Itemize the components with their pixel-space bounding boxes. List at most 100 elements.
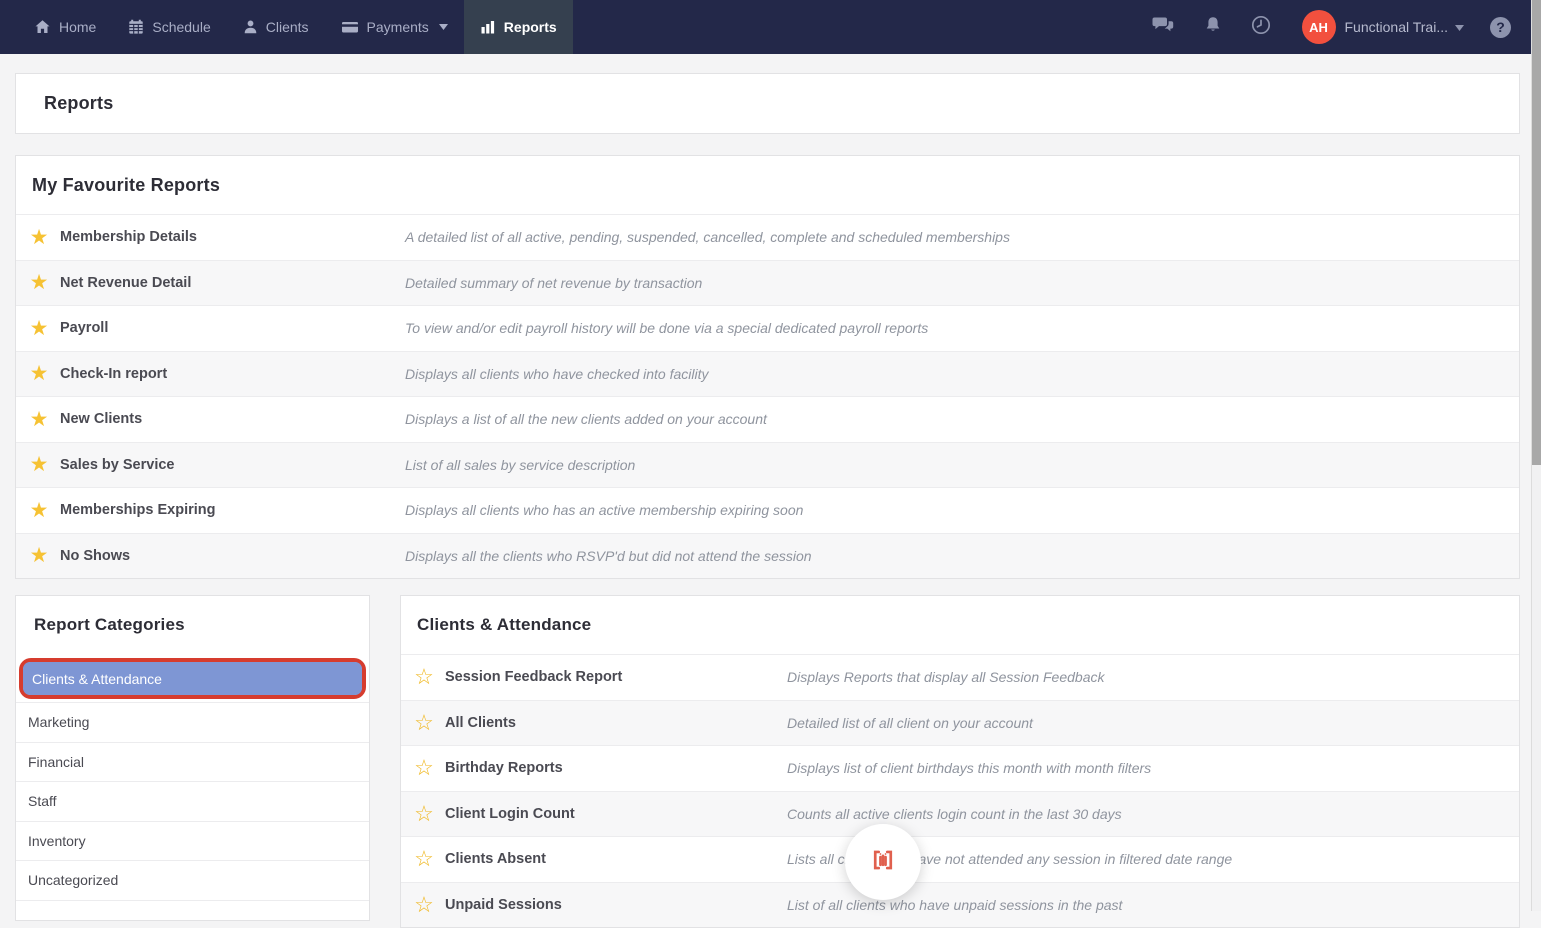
favourites-header: My Favourite Reports (16, 156, 1519, 214)
star-filled-icon[interactable]: ★ (28, 318, 50, 339)
top-nav: Home Schedule Clients Payments (0, 0, 1541, 54)
favourite-report-row[interactable]: ★ Membership Details A detailed list of … (16, 214, 1519, 260)
report-name[interactable]: Net Revenue Detail (60, 275, 405, 291)
favourite-report-row[interactable]: ★ New Clients Displays a list of all the… (16, 396, 1519, 442)
report-name[interactable]: New Clients (60, 411, 405, 427)
star-filled-icon[interactable]: ★ (28, 500, 50, 521)
category-item-financial[interactable]: Financial (16, 742, 369, 782)
star-filled-icon[interactable]: ★ (28, 409, 50, 430)
favourite-report-row[interactable]: ★ Check-In report Displays all clients w… (16, 351, 1519, 397)
report-name[interactable]: Session Feedback Report (445, 669, 787, 685)
nav-item-label: Home (59, 19, 96, 35)
bottom-section: Report Categories Clients & Attendance M… (15, 595, 1520, 928)
category-label: Financial (28, 754, 84, 770)
messages-button[interactable] (1137, 16, 1190, 39)
report-name[interactable]: Clients Absent (445, 851, 787, 867)
report-name[interactable]: Birthday Reports (445, 760, 787, 776)
star-outline-icon[interactable]: ☆ (413, 712, 435, 734)
star-outline-icon[interactable]: ☆ (413, 848, 435, 870)
report-categories-panel: Report Categories Clients & Attendance M… (15, 595, 370, 921)
favourites-title: My Favourite Reports (32, 175, 220, 196)
report-description: Detailed list of all client on your acco… (787, 715, 1033, 731)
category-item-clients-attendance[interactable]: Clients & Attendance (23, 662, 362, 695)
report-row[interactable]: ☆ All Clients Detailed list of all clien… (401, 700, 1519, 746)
category-item-marketing[interactable]: Marketing (16, 702, 369, 742)
report-name[interactable]: Unpaid Sessions (445, 897, 787, 913)
report-description: List of all sales by service description (405, 457, 635, 473)
annotation-highlight-ring: Clients & Attendance (19, 658, 366, 699)
report-description: To view and/or edit payroll history will… (405, 320, 928, 336)
category-label: Staff (28, 793, 57, 809)
category-reports-panel: Clients & Attendance ☆ Session Feedback … (400, 595, 1520, 928)
page-title: Reports (44, 93, 113, 114)
favourite-report-row[interactable]: ★ Sales by Service List of all sales by … (16, 442, 1519, 488)
account-name[interactable]: Functional Trai... (1345, 19, 1449, 35)
report-row[interactable]: ☆ Birthday Reports Displays list of clie… (401, 745, 1519, 791)
scan-fab-button[interactable] (845, 824, 921, 900)
calendar-icon (128, 19, 144, 35)
report-row[interactable]: ☆ Client Login Count Counts all active c… (401, 791, 1519, 837)
star-outline-icon[interactable]: ☆ (413, 894, 435, 916)
nav-item-clients[interactable]: Clients (227, 0, 325, 54)
scrollbar-track[interactable] (1531, 0, 1541, 911)
nav-item-label: Reports (504, 19, 557, 35)
report-name[interactable]: Check-In report (60, 366, 405, 382)
star-filled-icon[interactable]: ★ (28, 227, 50, 248)
star-outline-icon[interactable]: ☆ (413, 666, 435, 688)
report-name[interactable]: Payroll (60, 320, 405, 336)
star-filled-icon[interactable]: ★ (28, 272, 50, 293)
history-button[interactable] (1236, 15, 1286, 40)
category-item-inventory[interactable]: Inventory (16, 821, 369, 861)
favourite-report-row[interactable]: ★ Payroll To view and/or edit payroll hi… (16, 305, 1519, 351)
report-name[interactable]: Client Login Count (445, 806, 787, 822)
report-name[interactable]: No Shows (60, 548, 405, 564)
report-description: Counts all active clients login count in… (787, 806, 1122, 822)
report-description: Displays all clients who has an active m… (405, 502, 803, 518)
categories-title: Report Categories (34, 615, 185, 635)
category-item-partial[interactable] (16, 900, 369, 920)
category-reports-title: Clients & Attendance (417, 615, 591, 635)
category-reports-header: Clients & Attendance (401, 596, 1519, 654)
nav-menu: Home Schedule Clients Payments (18, 0, 573, 54)
report-name[interactable]: Sales by Service (60, 457, 405, 473)
star-filled-icon[interactable]: ★ (28, 454, 50, 475)
nav-item-schedule[interactable]: Schedule (112, 0, 226, 54)
star-outline-icon[interactable]: ☆ (413, 803, 435, 825)
chevron-down-icon[interactable] (1455, 18, 1464, 36)
category-item-uncategorized[interactable]: Uncategorized (16, 860, 369, 900)
report-row[interactable]: ☆ Unpaid Sessions List of all clients wh… (401, 882, 1519, 928)
star-filled-icon[interactable]: ★ (28, 545, 50, 566)
person-icon (243, 19, 258, 35)
scrollbar-thumb[interactable] (1532, 0, 1541, 465)
report-description: Displays Reports that display all Sessio… (787, 669, 1105, 685)
report-description: List of all clients who have unpaid sess… (787, 897, 1122, 913)
help-button[interactable]: ? (1490, 17, 1511, 38)
report-name[interactable]: Memberships Expiring (60, 502, 405, 518)
report-description: Detailed summary of net revenue by trans… (405, 275, 702, 291)
report-row[interactable]: ☆ Session Feedback Report Displays Repor… (401, 654, 1519, 700)
report-name[interactable]: All Clients (445, 715, 787, 731)
nav-item-label: Payments (367, 19, 429, 35)
nav-item-reports[interactable]: Reports (464, 0, 573, 54)
barcode-scan-icon (864, 841, 902, 884)
bell-icon (1205, 16, 1221, 39)
report-description: A detailed list of all active, pending, … (405, 229, 1010, 245)
favourite-report-row[interactable]: ★ Memberships Expiring Displays all clie… (16, 487, 1519, 533)
nav-item-label: Schedule (152, 19, 210, 35)
star-outline-icon[interactable]: ☆ (413, 757, 435, 779)
avatar[interactable]: AH (1302, 10, 1336, 44)
report-description: Displays a list of all the new clients a… (405, 411, 767, 427)
report-name[interactable]: Membership Details (60, 229, 405, 245)
category-item-staff[interactable]: Staff (16, 781, 369, 821)
favourite-report-row[interactable]: ★ Net Revenue Detail Detailed summary of… (16, 260, 1519, 306)
report-description: Displays all the clients who RSVP'd but … (405, 548, 812, 564)
nav-item-home[interactable]: Home (18, 0, 112, 54)
report-row[interactable]: ☆ Clients Absent Lists all clients who h… (401, 836, 1519, 882)
star-filled-icon[interactable]: ★ (28, 363, 50, 384)
favourite-report-row[interactable]: ★ No Shows Displays all the clients who … (16, 533, 1519, 579)
notifications-button[interactable] (1190, 16, 1236, 39)
nav-item-payments[interactable]: Payments (325, 0, 464, 54)
credit-card-icon (341, 19, 359, 35)
category-label: Inventory (28, 833, 86, 849)
home-icon (34, 19, 51, 35)
